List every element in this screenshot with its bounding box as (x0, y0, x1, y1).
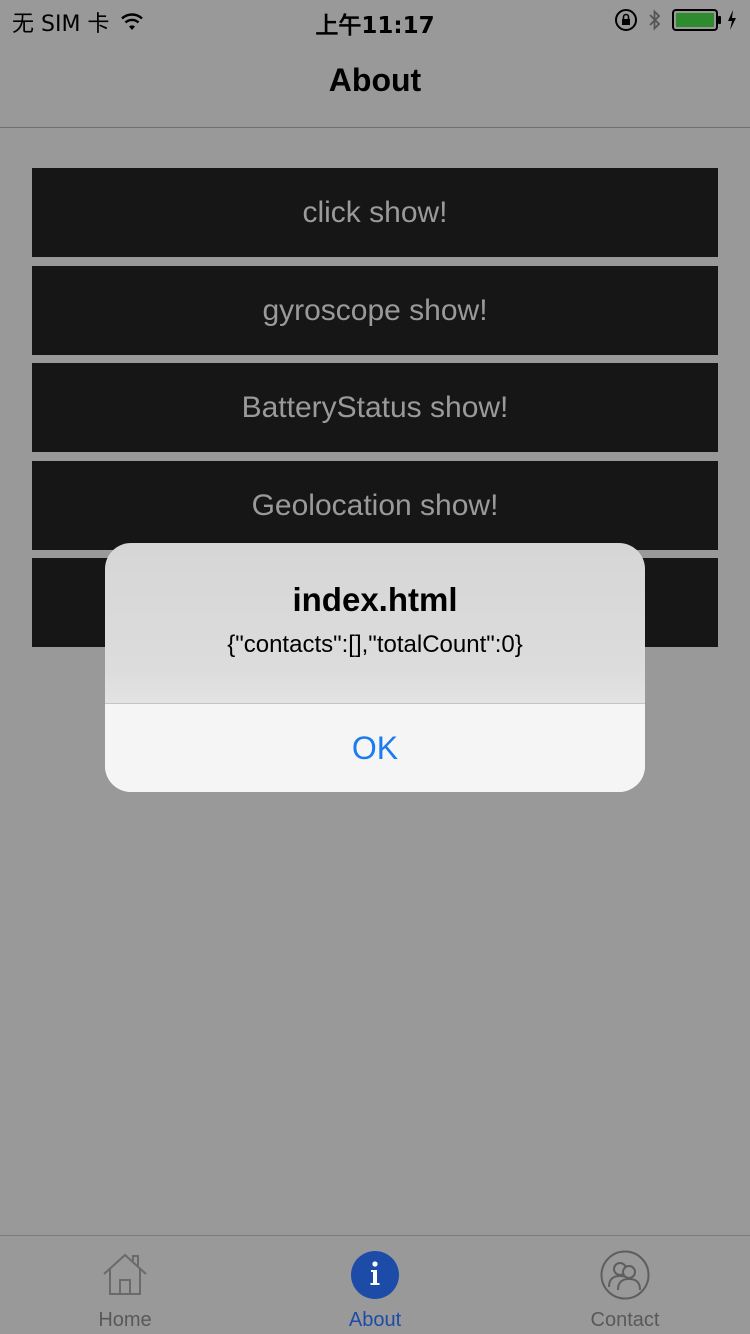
charging-icon (728, 10, 736, 30)
tab-contact[interactable]: Contact (500, 1236, 750, 1334)
status-bar: 无 SIM 卡 上午11:17 (0, 0, 750, 40)
page-title: About (328, 62, 422, 98)
alert-title: index.html (292, 581, 458, 618)
app-screen: 无 SIM 卡 上午11:17 About click show! gyrosc… (0, 0, 750, 1334)
bluetooth-icon (649, 9, 661, 31)
orientation-lock-icon (615, 9, 637, 31)
home-icon (103, 1253, 147, 1295)
navigation-bar: About (0, 40, 750, 128)
contacts-icon (600, 1250, 650, 1300)
tab-about[interactable]: About (250, 1236, 500, 1334)
tab-about-label: About (348, 1309, 402, 1331)
alert-ok-button[interactable]: OK (105, 704, 645, 792)
tab-home-label: Home (98, 1309, 152, 1331)
alert-dialog: index.html {"contacts":[],"totalCount":0… (105, 543, 645, 792)
tab-home[interactable]: Home (0, 1236, 250, 1334)
status-right (614, 8, 738, 32)
info-icon (351, 1251, 399, 1299)
gyroscope-show-button[interactable]: gyroscope show! (32, 266, 718, 355)
click-show-button[interactable]: click show! (32, 168, 718, 257)
battery-status-show-button[interactable]: BatteryStatus show! (32, 363, 718, 452)
geolocation-show-button[interactable]: Geolocation show! (32, 461, 718, 550)
alert-message: {"contacts":[],"totalCount":0} (227, 631, 523, 658)
battery-icon (672, 9, 721, 31)
tab-bar: Home About Contact (0, 1235, 750, 1334)
tab-contact-label: Contact (590, 1309, 660, 1331)
